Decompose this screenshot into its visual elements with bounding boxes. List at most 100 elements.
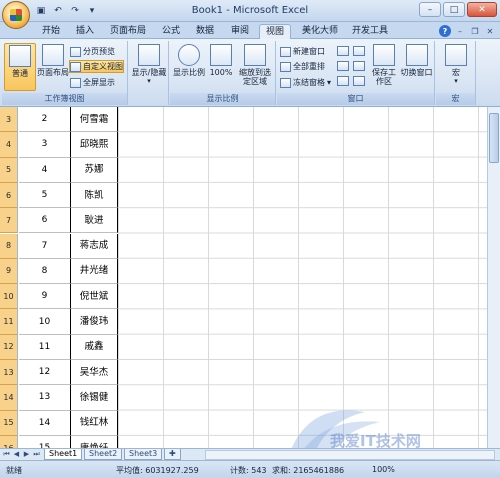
cell-name[interactable]: 倪世斌 xyxy=(71,284,118,310)
sheet-tab-1[interactable]: Sheet1 xyxy=(44,449,83,460)
tab-home[interactable]: 开始 xyxy=(36,24,66,39)
synchronous-scrolling-icon[interactable] xyxy=(353,61,365,71)
cell-name[interactable]: 戚鑫 xyxy=(71,334,118,360)
cell-name[interactable]: 苏娜 xyxy=(71,157,118,183)
row-header[interactable]: 6 xyxy=(0,182,18,209)
switch-windows-button[interactable]: 切换窗口 xyxy=(400,43,433,91)
prev-sheet-icon[interactable]: ◀ xyxy=(12,450,21,459)
next-sheet-icon[interactable]: ▶ xyxy=(22,450,31,459)
full-screen-icon xyxy=(70,77,81,88)
cell-number[interactable]: 5 xyxy=(19,182,71,209)
restore-doc-icon[interactable]: ❐ xyxy=(469,25,481,37)
zoom-to-selection-button[interactable]: 缩放到选定区域 xyxy=(236,43,274,91)
row-header[interactable]: 16 xyxy=(0,435,18,448)
cell-number[interactable]: 14 xyxy=(19,410,71,436)
cell-number[interactable]: 13 xyxy=(19,385,71,411)
cell-number[interactable]: 9 xyxy=(19,284,71,310)
tab-developer[interactable]: 开发工具 xyxy=(346,24,394,39)
full-screen-button[interactable]: 全屏显示 xyxy=(70,76,115,89)
cell-number[interactable]: 10 xyxy=(19,309,71,335)
row-header[interactable]: 12 xyxy=(0,334,18,360)
row-header[interactable]: 14 xyxy=(0,385,18,411)
insert-sheet-tab[interactable]: ✚ xyxy=(164,449,181,460)
cell-number[interactable]: 8 xyxy=(19,258,71,285)
arrange-all-button[interactable]: 全部重排 xyxy=(280,60,325,73)
cell-number[interactable]: 15 xyxy=(19,435,71,448)
tab-page-layout[interactable]: 页面布局 xyxy=(104,24,152,39)
reset-window-position-icon[interactable] xyxy=(353,76,365,86)
page-break-preview-button[interactable]: 分页预览 xyxy=(70,45,115,58)
tab-insert[interactable]: 插入 xyxy=(70,24,100,39)
group-workbook-views: 普通 页面布局 分页预览 自定义视图 全屏显示 工作簿视图 xyxy=(2,41,128,105)
row-header[interactable]: 8 xyxy=(0,233,18,259)
cell-name[interactable]: 吴华杰 xyxy=(71,360,118,386)
first-sheet-icon[interactable]: ⏮ xyxy=(2,450,11,459)
zoom-100-button[interactable]: 100% xyxy=(208,43,234,91)
cell-name[interactable]: 陈凯 xyxy=(71,182,118,209)
page-layout-label: 页面布局 xyxy=(37,68,69,77)
tab-beautify-master[interactable]: 美化大师 xyxy=(296,24,344,39)
view-side-by-side-icon[interactable] xyxy=(353,46,365,56)
save-workspace-button[interactable]: 保存工作区 xyxy=(369,43,399,91)
cell-name[interactable]: 何雪霜 xyxy=(71,107,118,133)
row-header[interactable]: 13 xyxy=(0,360,18,386)
hide-window-icon[interactable] xyxy=(337,61,349,71)
row-header[interactable]: 5 xyxy=(0,157,18,183)
cell-name[interactable]: 潘俊玮 xyxy=(71,309,118,335)
window-controls: – □ ✕ xyxy=(419,2,497,17)
cell-number[interactable]: 4 xyxy=(19,157,71,183)
cell-number[interactable]: 12 xyxy=(19,360,71,386)
page-layout-view-button[interactable]: 页面布局 xyxy=(37,43,69,91)
minimize-doc-icon[interactable]: – xyxy=(454,25,466,37)
horizontal-scrollbar[interactable] xyxy=(205,450,495,460)
tab-review[interactable]: 审阅 xyxy=(225,24,255,39)
normal-view-button[interactable]: 普通 xyxy=(4,43,36,91)
row-header[interactable]: 3 xyxy=(0,107,18,133)
row-header[interactable]: 15 xyxy=(0,410,18,436)
show-hide-button[interactable]: 显示/隐藏 ▾ xyxy=(131,43,167,91)
cell-name[interactable]: 庸焕纤 xyxy=(71,435,118,448)
cell-grid[interactable] xyxy=(118,107,487,448)
cell-name[interactable]: 耿进 xyxy=(71,208,118,234)
cell-name[interactable]: 邱晓熙 xyxy=(71,132,118,158)
vertical-scroll-thumb[interactable] xyxy=(489,113,499,163)
tab-formulas[interactable]: 公式 xyxy=(156,24,186,39)
tab-view[interactable]: 视图 xyxy=(259,24,292,39)
sheet-tab-3[interactable]: Sheet3 xyxy=(124,449,163,460)
custom-views-button[interactable]: 自定义视图 xyxy=(69,60,124,73)
cell-number[interactable]: 3 xyxy=(19,132,71,158)
cell-number[interactable]: 2 xyxy=(19,107,71,133)
office-button[interactable] xyxy=(2,1,30,29)
maximize-button[interactable]: □ xyxy=(443,2,465,17)
row-header[interactable]: 11 xyxy=(0,309,18,335)
cell-number[interactable]: 7 xyxy=(19,233,71,259)
worksheet[interactable]: 3 2 何雪霜 4 3 邱晓熙 5 4 苏娜 6 5 陈凯 7 6 耿进 8 7 蒋志成 9 8 井光绪 10 9 倪世斌 11… xyxy=(0,107,500,448)
unhide-window-icon[interactable] xyxy=(337,76,349,86)
row-header[interactable]: 4 xyxy=(0,132,18,158)
cell-name[interactable]: 钱红林 xyxy=(71,410,118,436)
minimize-button[interactable]: – xyxy=(419,2,441,17)
sheet-tab-2[interactable]: Sheet2 xyxy=(84,449,123,460)
freeze-panes-button[interactable]: 冻结窗格 ▾ xyxy=(280,76,331,89)
row-header[interactable]: 7 xyxy=(0,208,18,234)
vertical-scrollbar[interactable] xyxy=(487,107,500,448)
cell-number[interactable]: 6 xyxy=(19,208,71,234)
cell-name[interactable]: 徐锡健 xyxy=(71,385,118,411)
cell-name[interactable]: 蒋志成 xyxy=(71,233,118,259)
row-header[interactable]: 10 xyxy=(0,284,18,310)
tab-data[interactable]: 数据 xyxy=(190,24,220,39)
cell-name[interactable]: 井光绪 xyxy=(71,258,118,285)
split-icon[interactable] xyxy=(337,46,349,56)
macros-button[interactable]: 宏 ▾ xyxy=(440,43,472,91)
help-icon[interactable]: ? xyxy=(439,25,451,37)
show-hide-label: 显示/隐藏 xyxy=(131,68,167,77)
close-button[interactable]: ✕ xyxy=(467,2,497,17)
zoom-button[interactable]: 显示比例 xyxy=(172,43,206,91)
group-label-macros: 宏 xyxy=(436,93,475,105)
last-sheet-icon[interactable]: ⏭ xyxy=(32,450,41,459)
new-window-button[interactable]: 新建窗口 xyxy=(280,45,325,58)
close-doc-icon[interactable]: ✕ xyxy=(484,25,496,37)
row-header[interactable]: 9 xyxy=(0,258,18,285)
cell-number[interactable]: 11 xyxy=(19,334,71,360)
new-window-icon xyxy=(280,46,291,57)
